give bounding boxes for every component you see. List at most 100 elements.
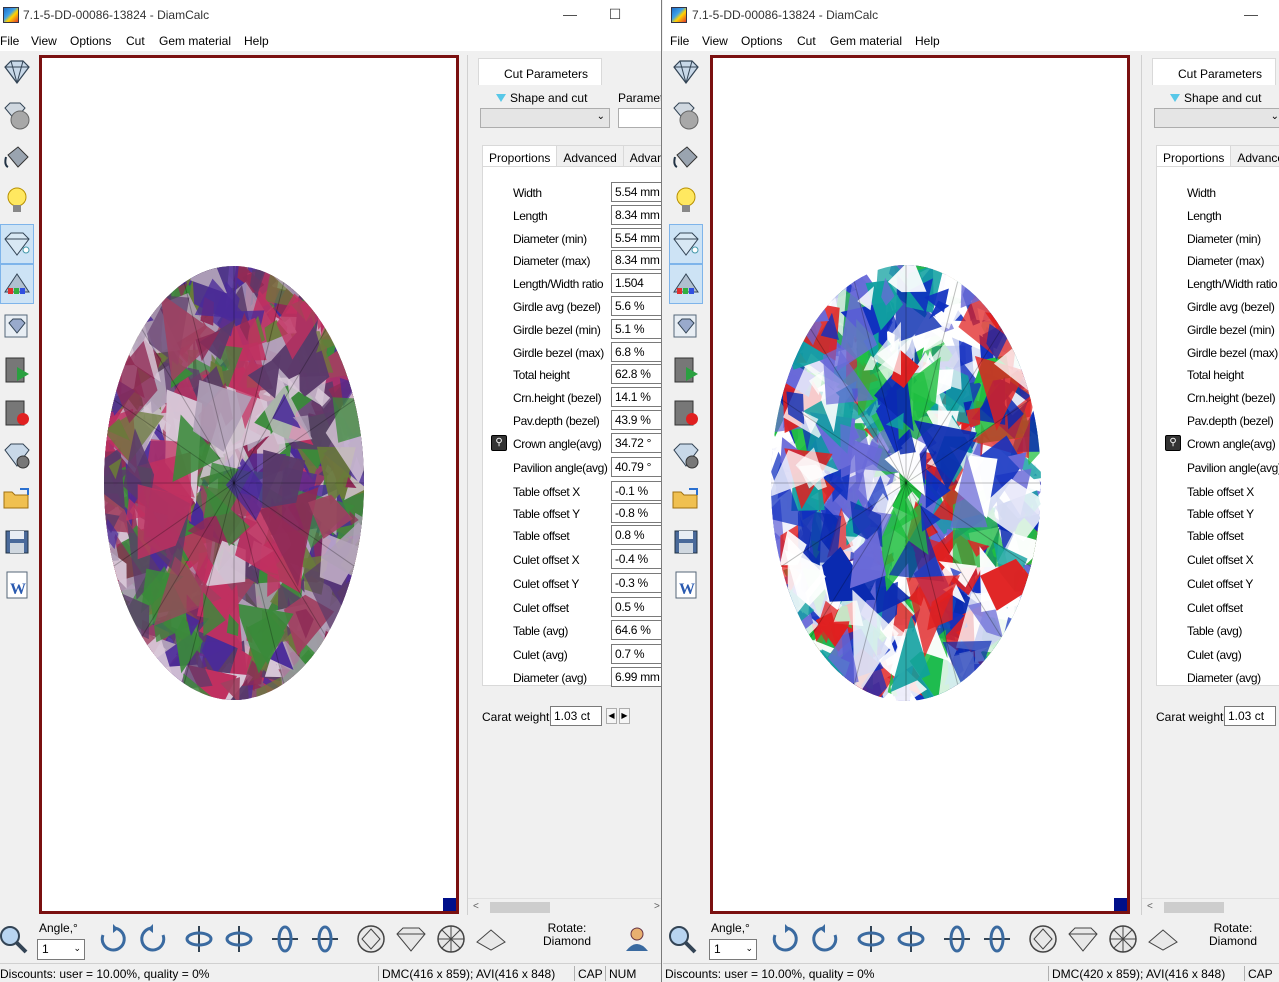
lock-icon[interactable]: ⚲: [491, 435, 507, 451]
diamond-icon[interactable]: [0, 52, 34, 92]
save-icon[interactable]: [0, 522, 34, 562]
property-value-field[interactable]: 8.34 mm: [611, 205, 661, 225]
spectrum-icon[interactable]: [0, 264, 34, 304]
menu-file[interactable]: File: [670, 34, 689, 48]
shape-dropdown[interactable]: ⌄: [1154, 108, 1279, 128]
save-icon[interactable]: [669, 522, 703, 562]
property-value-field[interactable]: 64.6 %: [611, 620, 661, 640]
gem-view-right[interactable]: [710, 55, 1130, 914]
menu-cut[interactable]: Cut: [126, 34, 145, 48]
scroll-thumb[interactable]: [1164, 902, 1224, 913]
property-value-field[interactable]: 8.34 mm: [611, 250, 661, 270]
property-value-field[interactable]: 40.79 °: [611, 457, 661, 477]
top-view-icon[interactable]: [1026, 922, 1060, 956]
diamond-gear-icon[interactable]: [669, 436, 703, 476]
property-value-field[interactable]: 62.8 %: [611, 364, 661, 384]
paint-bucket-icon[interactable]: [669, 138, 703, 178]
property-value-field[interactable]: 5.1 %: [611, 319, 661, 339]
property-value-field[interactable]: 43.9 %: [611, 410, 661, 430]
menu-help[interactable]: Help: [915, 34, 940, 48]
rotate-cw-icon[interactable]: [768, 922, 802, 956]
tab-cut-parameters[interactable]: Cut Parameters: [1152, 58, 1276, 85]
gem-ball-icon[interactable]: [669, 95, 703, 135]
open-folder-icon[interactable]: [0, 479, 34, 519]
video-record-icon[interactable]: [0, 393, 34, 433]
spin-right-button[interactable]: ▶: [619, 708, 630, 724]
side-view-icon[interactable]: [394, 922, 428, 956]
flip-horizontal-icon[interactable]: [940, 922, 974, 956]
angle-select[interactable]: 1 ⌄: [709, 939, 757, 960]
flip-horizontal-icon[interactable]: [268, 922, 302, 956]
shape-dropdown[interactable]: ⌄: [480, 108, 610, 128]
open-folder-icon[interactable]: [669, 479, 703, 519]
property-value-field[interactable]: 0.7 %: [611, 644, 661, 664]
paint-bucket-icon[interactable]: [0, 138, 34, 178]
menu-cut[interactable]: Cut: [797, 34, 816, 48]
menu-gem-material[interactable]: Gem material: [159, 34, 231, 48]
property-value-field[interactable]: 5.6 %: [611, 296, 661, 316]
property-value-field[interactable]: 0.8 %: [611, 525, 661, 545]
rotate-mode[interactable]: Rotate: Diamond: [1188, 918, 1278, 960]
menu-options[interactable]: Options: [741, 34, 782, 48]
property-value-field[interactable]: -0.8 %: [611, 503, 661, 523]
gem-ball-icon[interactable]: [0, 95, 34, 135]
video-play-icon[interactable]: [0, 350, 34, 390]
menu-view[interactable]: View: [31, 34, 57, 48]
carat-weight-field[interactable]: 1.03 ct: [550, 706, 602, 726]
spectrum-icon[interactable]: [669, 264, 703, 304]
property-value-field[interactable]: 6.99 mm: [611, 667, 661, 687]
spin-left-button[interactable]: ◀: [606, 708, 617, 724]
side-view-icon[interactable]: [1066, 922, 1100, 956]
scroll-left-icon[interactable]: <: [473, 901, 479, 912]
gem-view-left[interactable]: [39, 55, 459, 914]
video-play-icon[interactable]: [669, 350, 703, 390]
carat-weight-field[interactable]: 1.03 ct: [1224, 706, 1276, 726]
diamond-screen-icon[interactable]: [0, 307, 34, 347]
tab-cut-parameters[interactable]: Cut Parameters: [478, 58, 602, 85]
light-bulb-icon[interactable]: [0, 181, 34, 221]
property-value-field[interactable]: 5.54 mm: [611, 228, 661, 248]
rotate-cw-icon[interactable]: [96, 922, 130, 956]
menu-options[interactable]: Options: [70, 34, 111, 48]
property-value-field[interactable]: 34.72 °: [611, 433, 661, 453]
menu-gem-material[interactable]: Gem material: [830, 34, 902, 48]
word-icon[interactable]: W: [669, 565, 703, 605]
property-value-field[interactable]: 5.54 mm: [611, 182, 661, 202]
scroll-thumb[interactable]: [490, 902, 550, 913]
top-view-icon[interactable]: [354, 922, 388, 956]
property-value-field[interactable]: 14.1 %: [611, 387, 661, 407]
property-value-field[interactable]: 1.504: [611, 273, 661, 293]
maximize-button[interactable]: ☐: [605, 5, 625, 25]
scroll-right-icon[interactable]: >: [654, 901, 660, 912]
horizontal-scrollbar[interactable]: <: [1142, 898, 1279, 915]
scroll-left-icon[interactable]: <: [1147, 901, 1153, 912]
tilt-view-icon[interactable]: [474, 922, 508, 956]
flip-vertical-2-icon[interactable]: [894, 922, 928, 956]
rotate-mode[interactable]: Rotate: Diamond: [517, 918, 617, 960]
rotate-ccw-icon[interactable]: [808, 922, 842, 956]
bottom-view-icon[interactable]: [1106, 922, 1140, 956]
property-value-field[interactable]: 0.5 %: [611, 597, 661, 617]
word-icon[interactable]: W: [0, 565, 34, 605]
user-rotate-icon[interactable]: [620, 922, 654, 956]
minimize-button[interactable]: —: [1241, 5, 1261, 25]
bottom-view-icon[interactable]: [434, 922, 468, 956]
tilt-view-icon[interactable]: [1146, 922, 1180, 956]
diamond-sparkle-icon[interactable]: [669, 224, 703, 264]
zoom-icon[interactable]: [665, 922, 699, 956]
property-value-field[interactable]: -0.4 %: [611, 549, 661, 569]
menu-view[interactable]: View: [702, 34, 728, 48]
diamond-gear-icon[interactable]: [0, 436, 34, 476]
flip-horizontal-2-icon[interactable]: [308, 922, 342, 956]
minimize-button[interactable]: —: [560, 5, 580, 25]
zoom-icon[interactable]: [0, 922, 30, 956]
property-value-field[interactable]: -0.3 %: [611, 573, 661, 593]
rotate-ccw-icon[interactable]: [136, 922, 170, 956]
diamond-icon[interactable]: [669, 52, 703, 92]
angle-select[interactable]: 1 ⌄: [37, 939, 85, 960]
flip-vertical-icon[interactable]: [182, 922, 216, 956]
video-record-icon[interactable]: [669, 393, 703, 433]
flip-horizontal-2-icon[interactable]: [980, 922, 1014, 956]
property-value-field[interactable]: 6.8 %: [611, 342, 661, 362]
horizontal-scrollbar[interactable]: < >: [468, 898, 661, 915]
